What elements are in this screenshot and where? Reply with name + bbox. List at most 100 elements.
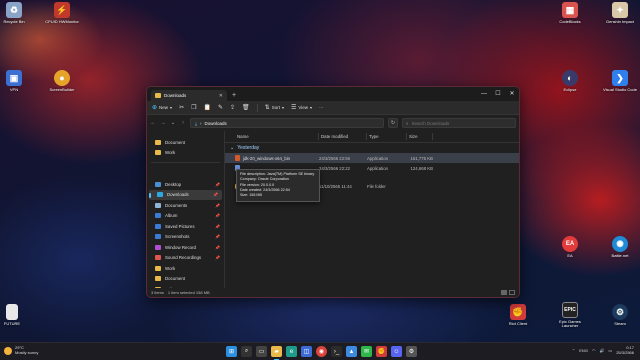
- breadcrumb-downloads[interactable]: Downloads: [205, 121, 227, 126]
- discord-icon[interactable]: ☺: [391, 346, 402, 357]
- desktop-icon-ea[interactable]: EA EA: [552, 236, 588, 258]
- desktop-icon-epic-games[interactable]: EPIC Epic Games Launcher: [552, 302, 588, 329]
- column-header-name[interactable]: Name: [235, 133, 319, 140]
- recent-locations-icon[interactable]: ⌄: [170, 120, 176, 126]
- nav-item-document-pinned[interactable]: Document: [147, 274, 224, 285]
- taskbar-apps: ⊞ ⌕ ▭ ▰ e ◫ ◉ ›_ ▲ ✉ ✊ ☺ ⚙: [226, 346, 417, 360]
- search-box[interactable]: ⌕: [402, 118, 516, 128]
- settings-icon[interactable]: ⚙: [406, 346, 417, 357]
- chevron-up-icon[interactable]: ⌃: [572, 348, 575, 353]
- nav-item-saved-pictures[interactable]: Saved Pictures 📌: [147, 221, 224, 232]
- forward-icon[interactable]: →: [160, 120, 166, 126]
- more-options-button[interactable]: ···: [319, 105, 324, 110]
- wifi-icon[interactable]: ◠: [592, 348, 596, 353]
- battery-icon[interactable]: ▭: [608, 348, 612, 353]
- desktop-icon-vpn[interactable]: ▣ VPN: [0, 70, 32, 92]
- store-icon[interactable]: ◫: [301, 346, 312, 357]
- desktop-icon-future[interactable]: FUTURE: [0, 304, 30, 326]
- task-view-icon[interactable]: ▭: [256, 346, 267, 357]
- status-bar: 3 items 1 item selected 158 MB: [147, 288, 519, 297]
- riot-icon[interactable]: ✊: [376, 346, 387, 357]
- pin-icon: 📌: [215, 181, 220, 187]
- group-header-yesterday[interactable]: ⌄ Yesterday: [225, 143, 519, 153]
- paste-button[interactable]: 📋: [203, 104, 210, 111]
- desktop-icon-screenbuilder[interactable]: ● ScreenBuilder: [44, 70, 80, 92]
- volume-icon[interactable]: 🔊: [599, 348, 604, 353]
- photos-icon[interactable]: ▲: [346, 346, 357, 357]
- file-explorer-icon[interactable]: ▰: [271, 346, 282, 360]
- tiles-view-icon[interactable]: [509, 290, 515, 295]
- search-input[interactable]: [411, 120, 512, 126]
- close-tab-icon[interactable]: ✕: [219, 93, 223, 99]
- nav-item-work-pinned[interactable]: Work: [147, 263, 224, 274]
- view-button[interactable]: ☰ View ▾: [291, 104, 312, 111]
- nav-item-sound-recordings[interactable]: Sound Recordings 📌: [147, 253, 224, 264]
- back-icon[interactable]: ←: [150, 120, 156, 126]
- language-indicator[interactable]: ENG: [579, 348, 588, 353]
- nav-item-desktop[interactable]: Desktop 📌: [147, 179, 224, 190]
- new-button[interactable]: ⊕ New ▾: [152, 104, 172, 111]
- rename-icon: ✎: [217, 105, 223, 111]
- clock[interactable]: 0:17 25/3/2566: [616, 345, 634, 355]
- nav-item-screenshots[interactable]: Screenshots 📌: [147, 232, 224, 243]
- nav-item-downloads[interactable]: Downloads 📌: [149, 189, 222, 200]
- share-button[interactable]: ⇪: [230, 104, 235, 111]
- sort-button-label: Sort: [271, 105, 280, 110]
- details-view-icon[interactable]: [501, 290, 507, 295]
- desktop-icon-battlenet[interactable]: ✺ Battle.net: [602, 236, 638, 258]
- desktop-icon-genshin[interactable]: ✦ Genshin Impact: [602, 2, 638, 24]
- address-bar[interactable]: ⤓ › Downloads: [190, 118, 384, 128]
- desktop-icon-codeblocks[interactable]: ▦ CodeBlocks: [552, 2, 588, 24]
- nav-item-documents[interactable]: Documents 📌: [147, 200, 224, 211]
- copy-icon: ❐: [191, 105, 197, 111]
- desktop-icon-riot-client[interactable]: ✊ Riot Client: [500, 304, 536, 326]
- hwmonitor-icon: ⚡: [54, 2, 70, 18]
- tooltip-line: Size: 158 MB: [240, 193, 262, 198]
- line-icon[interactable]: ✉: [361, 346, 372, 357]
- desktop-icon-recycle-bin[interactable]: ♻ Recycle Bin: [0, 2, 32, 24]
- file-info-tooltip: File description: Java(TM) Platform SE b…: [236, 169, 320, 202]
- sort-button[interactable]: ⇅ Sort ▾: [265, 104, 284, 111]
- folder-icon: [155, 93, 161, 98]
- nav-item-document[interactable]: Document: [147, 137, 224, 148]
- desktop-icon-steam[interactable]: ⚙ Steam: [602, 304, 638, 326]
- close-window-button[interactable]: ✕: [505, 87, 519, 101]
- navigation-pane: Document Work Desktop 📌 Downloads 📌 Docu…: [147, 131, 225, 292]
- desktop-icon-vscode[interactable]: ❯ Visual Studio Code: [602, 70, 638, 92]
- terminal-icon[interactable]: ›_: [331, 346, 342, 357]
- tab-downloads[interactable]: Downloads ✕: [151, 90, 227, 101]
- nav-item-work[interactable]: Work: [147, 148, 224, 159]
- command-bar: ⊕ New ▾ ✂ ❐ 📋 ✎ ⇪ 🗑 ⇅ Sort ▾ ☰ View ▾ ··…: [147, 101, 519, 115]
- new-tab-button[interactable]: +: [232, 90, 236, 101]
- desktop-icon-hwmonitor[interactable]: ⚡ CPUID HWMonitor: [44, 2, 80, 24]
- column-header-date[interactable]: Date modified: [319, 133, 367, 140]
- minimize-button[interactable]: —: [477, 87, 491, 101]
- up-icon[interactable]: ↑: [180, 120, 186, 126]
- cut-button[interactable]: ✂: [179, 104, 184, 111]
- steam-icon: ⚙: [612, 304, 628, 320]
- tab-label: Downloads: [164, 93, 187, 98]
- column-header-type[interactable]: Type: [367, 133, 407, 140]
- refresh-icon[interactable]: ↻: [388, 118, 398, 128]
- edge-icon[interactable]: e: [286, 346, 297, 357]
- plus-circle-icon: ⊕: [152, 105, 158, 111]
- clock-date: 25/3/2566: [616, 350, 634, 356]
- maximize-button[interactable]: ☐: [491, 87, 505, 101]
- screenbuilder-icon: ●: [54, 70, 70, 86]
- delete-button[interactable]: 🗑: [242, 104, 250, 111]
- search-icon[interactable]: ⌕: [241, 346, 252, 357]
- weather-widget[interactable]: 29°C Mostly sunny: [4, 345, 38, 356]
- chrome-icon[interactable]: ◉: [316, 346, 327, 357]
- nav-item-window-record[interactable]: Window Record 📌: [147, 242, 224, 253]
- table-row[interactable]: jdk-20_windows-x64_bin 24/3/2566 22:56 A…: [225, 153, 519, 163]
- copy-button[interactable]: ❐: [191, 104, 196, 111]
- desktop-icon-eclipse[interactable]: ◐ Eclipse: [552, 70, 588, 92]
- nav-item-album[interactable]: Album 📌: [147, 211, 224, 222]
- column-header-size[interactable]: Size: [407, 133, 433, 140]
- pin-icon: 📌: [215, 234, 220, 240]
- start-icon[interactable]: ⊞: [226, 346, 237, 357]
- view-icon: ☰: [290, 105, 297, 111]
- rename-button[interactable]: ✎: [218, 104, 223, 111]
- file-date: 24/3/2566 22:22: [319, 165, 351, 171]
- nav-item-label: Documents: [165, 202, 188, 208]
